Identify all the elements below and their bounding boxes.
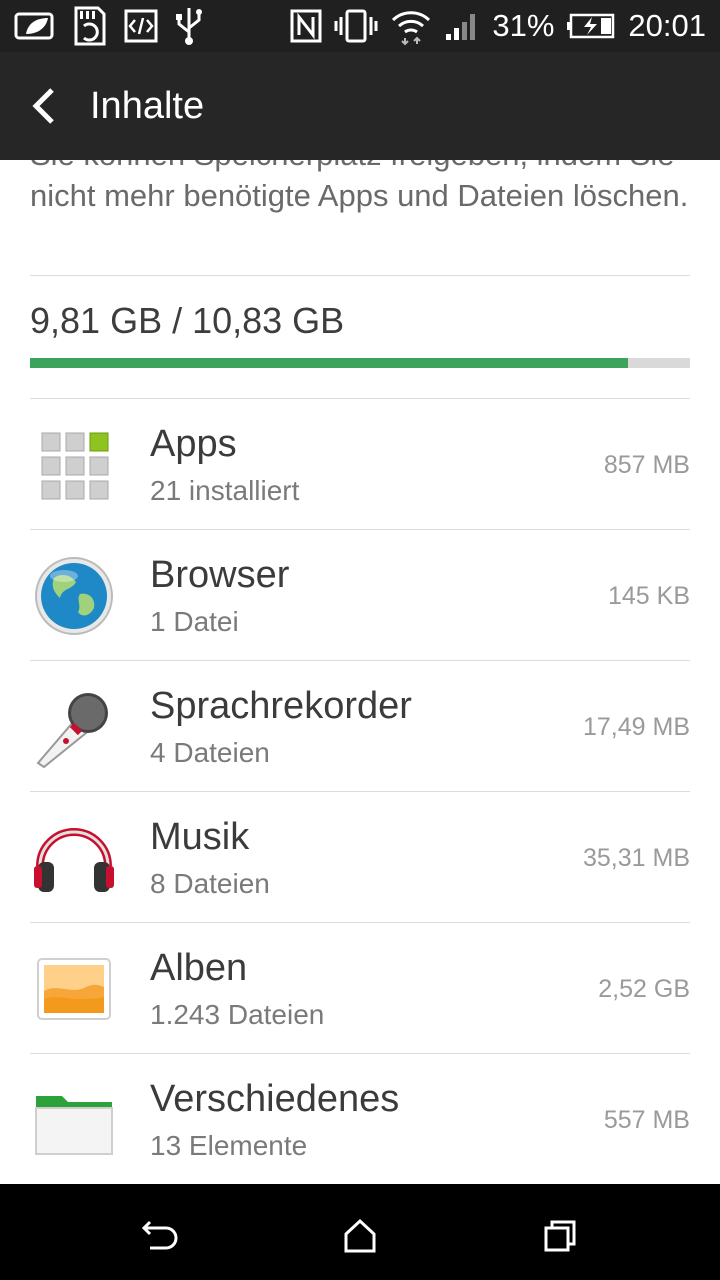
- category-row-apps[interactable]: Apps 21 installiert 857 MB: [0, 399, 720, 530]
- category-name: Sprachrekorder: [150, 685, 412, 727]
- chevron-left-icon: [32, 88, 54, 124]
- divider: [30, 275, 690, 276]
- category-name: Alben: [150, 947, 248, 989]
- apps-grid-icon: [32, 423, 116, 507]
- category-row-verschiedenes[interactable]: Verschiedenes 13 Elemente 557 MB: [0, 1054, 720, 1184]
- category-detail: 21 installiert: [150, 475, 300, 506]
- folder-icon: [32, 1078, 116, 1162]
- microphone-icon: [32, 685, 116, 769]
- globe-icon: [32, 554, 116, 638]
- navigation-bar: [0, 1184, 720, 1280]
- category-detail: 1.243 Dateien: [150, 999, 325, 1030]
- category-row-sprachrekorder[interactable]: Sprachrekorder 4 Dateien 17,49 MB: [0, 661, 720, 792]
- category-row-alben[interactable]: Alben 1.243 Dateien 2,52 GB: [0, 923, 720, 1054]
- category-name: Verschiedenes: [150, 1078, 400, 1120]
- category-detail: 8 Dateien: [150, 868, 270, 899]
- home-nav-button[interactable]: [336, 1212, 384, 1260]
- back-nav-icon: [141, 1220, 178, 1250]
- back-nav-button[interactable]: [136, 1212, 184, 1260]
- photo-album-icon: [32, 947, 116, 1031]
- category-size: 857 MB: [603, 451, 690, 479]
- category-name: Apps: [150, 423, 237, 465]
- category-size: 35,31 MB: [582, 844, 690, 872]
- action-bar: Inhalte: [0, 52, 720, 160]
- storage-progress-fill: [30, 358, 628, 368]
- recents-nav-icon: [544, 1220, 576, 1252]
- category-detail: 4 Dateien: [150, 737, 270, 768]
- sd-card-sync-icon: [72, 6, 108, 46]
- content-area[interactable]: Sie können Speicherplatz freigeben, inde…: [0, 160, 720, 1184]
- category-size: 145 KB: [607, 582, 690, 610]
- usb-icon: [174, 6, 204, 46]
- category-row-browser[interactable]: Browser 1 Datei 145 KB: [0, 530, 720, 661]
- category-size: 17,49 MB: [582, 713, 690, 741]
- code-icon: [124, 6, 158, 46]
- category-name: Browser: [150, 554, 290, 596]
- wifi-icon: [390, 6, 432, 46]
- headphones-icon: [32, 816, 116, 900]
- leaf-icon: [14, 6, 56, 46]
- category-detail: 13 Elemente: [150, 1130, 308, 1161]
- status-bar: 31% 20:01: [0, 0, 720, 52]
- home-nav-icon: [344, 1218, 376, 1253]
- category-size: 2,52 GB: [598, 975, 690, 1003]
- battery-charging-icon: [566, 6, 616, 46]
- vibrate-icon: [334, 6, 378, 46]
- category-detail: 1 Datei: [150, 606, 239, 637]
- intro-text: Sie können Speicherplatz freigeben, inde…: [30, 160, 689, 213]
- category-name: Musik: [150, 816, 250, 858]
- page-title: Inhalte: [90, 85, 205, 127]
- battery-percent: 31%: [492, 8, 555, 43]
- nfc-icon: [290, 6, 322, 46]
- category-size: 557 MB: [603, 1106, 690, 1134]
- recents-nav-button[interactable]: [536, 1212, 584, 1260]
- clock: 20:01: [628, 8, 706, 43]
- back-button[interactable]: [28, 82, 68, 130]
- storage-progress-bar: [30, 358, 690, 368]
- signal-icon: [444, 6, 480, 46]
- category-row-musik[interactable]: Musik 8 Dateien 35,31 MB: [0, 792, 720, 923]
- storage-total: 9,81 GB / 10,83 GB: [30, 300, 345, 341]
